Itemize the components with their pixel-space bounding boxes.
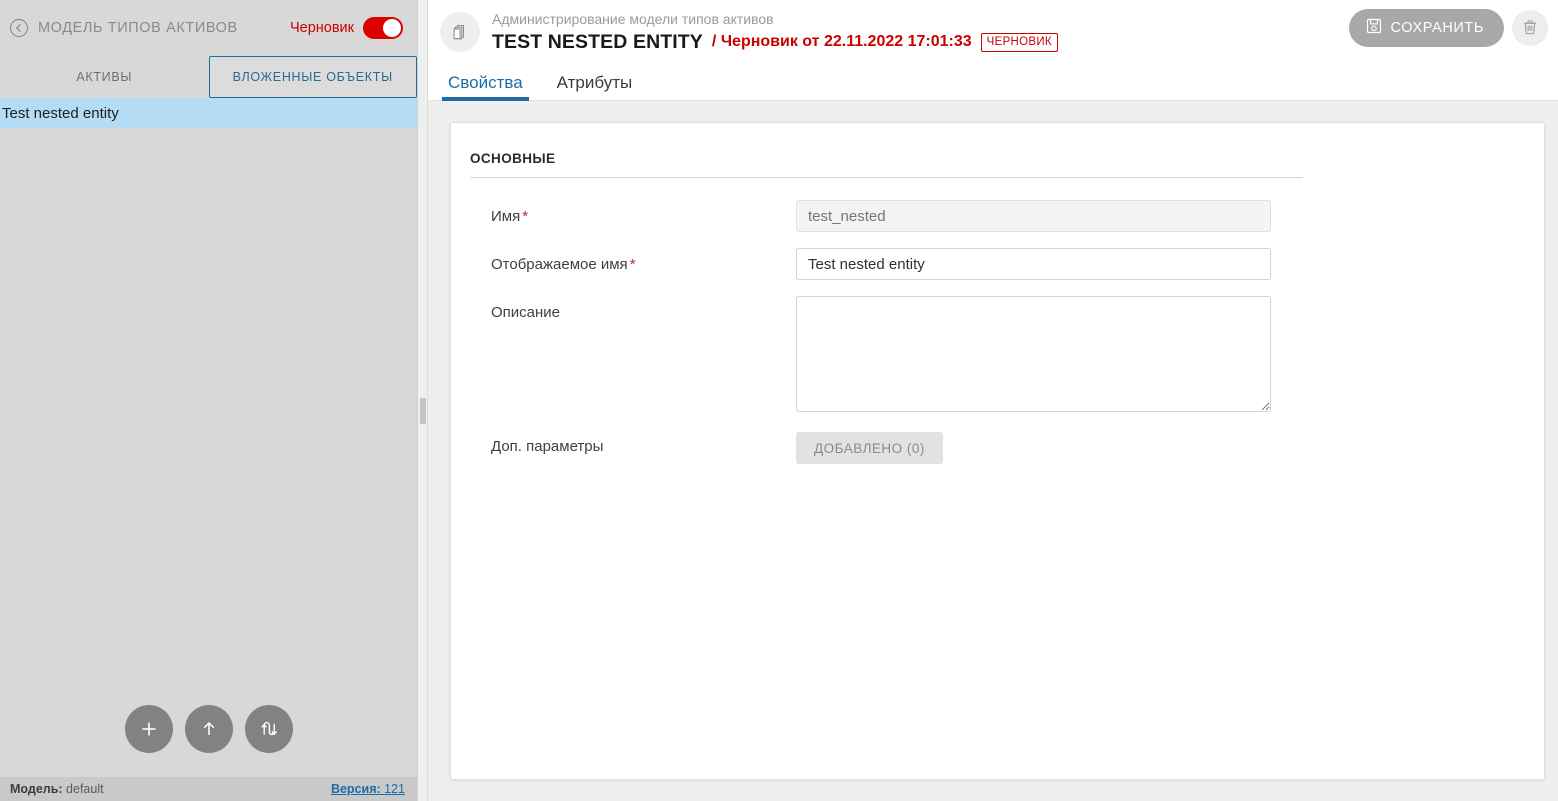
version-link[interactable]: Версия: 121 <box>331 782 405 796</box>
form-row-name: Имя* <box>491 200 1544 232</box>
header-actions: СОХРАНИТЬ <box>1349 9 1549 47</box>
extra-params-button[interactable]: ДОБАВЛЕНО (0) <box>796 432 943 464</box>
description-textarea[interactable] <box>796 296 1271 412</box>
properties-card: ОСНОВНЫЕ Имя* Отображаемое имя* <box>450 122 1545 780</box>
page-subtitle: / Черновик от 22.11.2022 17:01:33 <box>712 30 972 54</box>
sidebar-footer: Модель: default Версия: 121 <box>0 777 417 801</box>
model-label: Модель: default <box>10 782 104 796</box>
sidebar-action-buttons <box>0 681 417 777</box>
main-body: ОСНОВНЫЕ Имя* Отображаемое имя* <box>428 101 1558 801</box>
description-field-label: Описание <box>491 296 796 321</box>
main-header: Администрирование модели типов активов T… <box>428 0 1558 101</box>
reorder-button[interactable] <box>245 705 293 753</box>
app-root: МОДЕЛЬ ТИПОВ АКТИВОВ Черновик АКТИВЫ ВЛО… <box>0 0 1558 801</box>
sidebar-tab-nested-objects[interactable]: ВЛОЖЕННЫЕ ОБЪЕКТЫ <box>209 56 418 98</box>
chevron-left-circle-icon[interactable] <box>6 15 32 41</box>
splitter-grip-icon <box>420 398 425 424</box>
display-name-field-label: Отображаемое имя* <box>491 248 796 273</box>
version-link-wrap: Версия: 121 <box>331 782 405 796</box>
trash-icon <box>1521 18 1539 39</box>
tab-properties[interactable]: Свойства <box>442 72 529 100</box>
panel-splitter[interactable] <box>417 0 428 801</box>
floppy-save-icon <box>1366 18 1382 38</box>
save-button-label: СОХРАНИТЬ <box>1391 20 1485 36</box>
status-badge: ЧЕРНОВИК <box>981 33 1058 52</box>
properties-form: Имя* Отображаемое имя* Описание <box>451 178 1544 464</box>
arrow-up-icon <box>198 718 220 740</box>
subtitle-text: Черновик от 22.11.2022 17:01:33 <box>721 33 972 50</box>
draft-toggle-group: Черновик <box>290 17 403 39</box>
display-name-label-text: Отображаемое имя <box>491 256 628 273</box>
name-field-label: Имя* <box>491 200 796 225</box>
tab-attributes[interactable]: Атрибуты <box>551 72 639 100</box>
model-value: default <box>66 782 104 796</box>
title-separator: / <box>712 33 716 50</box>
name-label-text: Имя <box>491 208 520 225</box>
breadcrumb: Администрирование модели типов активов <box>492 9 1058 29</box>
form-row-extra-params: Доп. параметры ДОБАВЛЕНО (0) <box>491 432 1544 464</box>
list-item[interactable]: Test nested entity <box>0 98 417 128</box>
form-row-description: Описание <box>491 296 1544 412</box>
save-button[interactable]: СОХРАНИТЬ <box>1349 9 1505 47</box>
add-entity-button[interactable] <box>125 705 173 753</box>
sidebar-entity-list: Test nested entity <box>0 98 417 681</box>
main-panel: Администрирование модели типов активов T… <box>428 0 1558 801</box>
plus-icon <box>138 718 160 740</box>
documents-copy-icon <box>440 12 480 52</box>
section-title: ОСНОВНЫЕ <box>470 151 1544 166</box>
sidebar-title: МОДЕЛЬ ТИПОВ АКТИВОВ <box>38 20 238 36</box>
version-label: Версия: <box>331 782 381 796</box>
version-value: 121 <box>384 782 405 796</box>
sidebar-tabs: АКТИВЫ ВЛОЖЕННЫЕ ОБЪЕКТЫ <box>0 56 417 98</box>
move-up-button[interactable] <box>185 705 233 753</box>
draft-label: Черновик <box>290 20 354 36</box>
sidebar: МОДЕЛЬ ТИПОВ АКТИВОВ Черновик АКТИВЫ ВЛО… <box>0 0 417 801</box>
swap-arrows-icon <box>258 718 280 740</box>
sidebar-header: МОДЕЛЬ ТИПОВ АКТИВОВ Черновик <box>0 0 417 56</box>
page-title: TEST NESTED ENTITY <box>492 30 703 54</box>
display-name-input[interactable] <box>796 248 1271 280</box>
form-row-display-name: Отображаемое имя* <box>491 248 1544 280</box>
draft-toggle-switch[interactable] <box>363 17 403 39</box>
toggle-knob <box>383 19 401 37</box>
required-marker: * <box>630 256 636 273</box>
required-marker: * <box>522 208 528 225</box>
extra-params-field-label: Доп. параметры <box>491 432 796 455</box>
sidebar-tab-assets[interactable]: АКТИВЫ <box>0 56 209 98</box>
model-label-text: Модель: <box>10 782 63 796</box>
page-title-row: TEST NESTED ENTITY / Черновик от 22.11.2… <box>492 30 1058 54</box>
name-input <box>796 200 1271 232</box>
delete-button[interactable] <box>1512 10 1548 46</box>
header-titles: Администрирование модели типов активов T… <box>492 8 1058 54</box>
content-tabs: Свойства Атрибуты <box>428 65 1558 101</box>
